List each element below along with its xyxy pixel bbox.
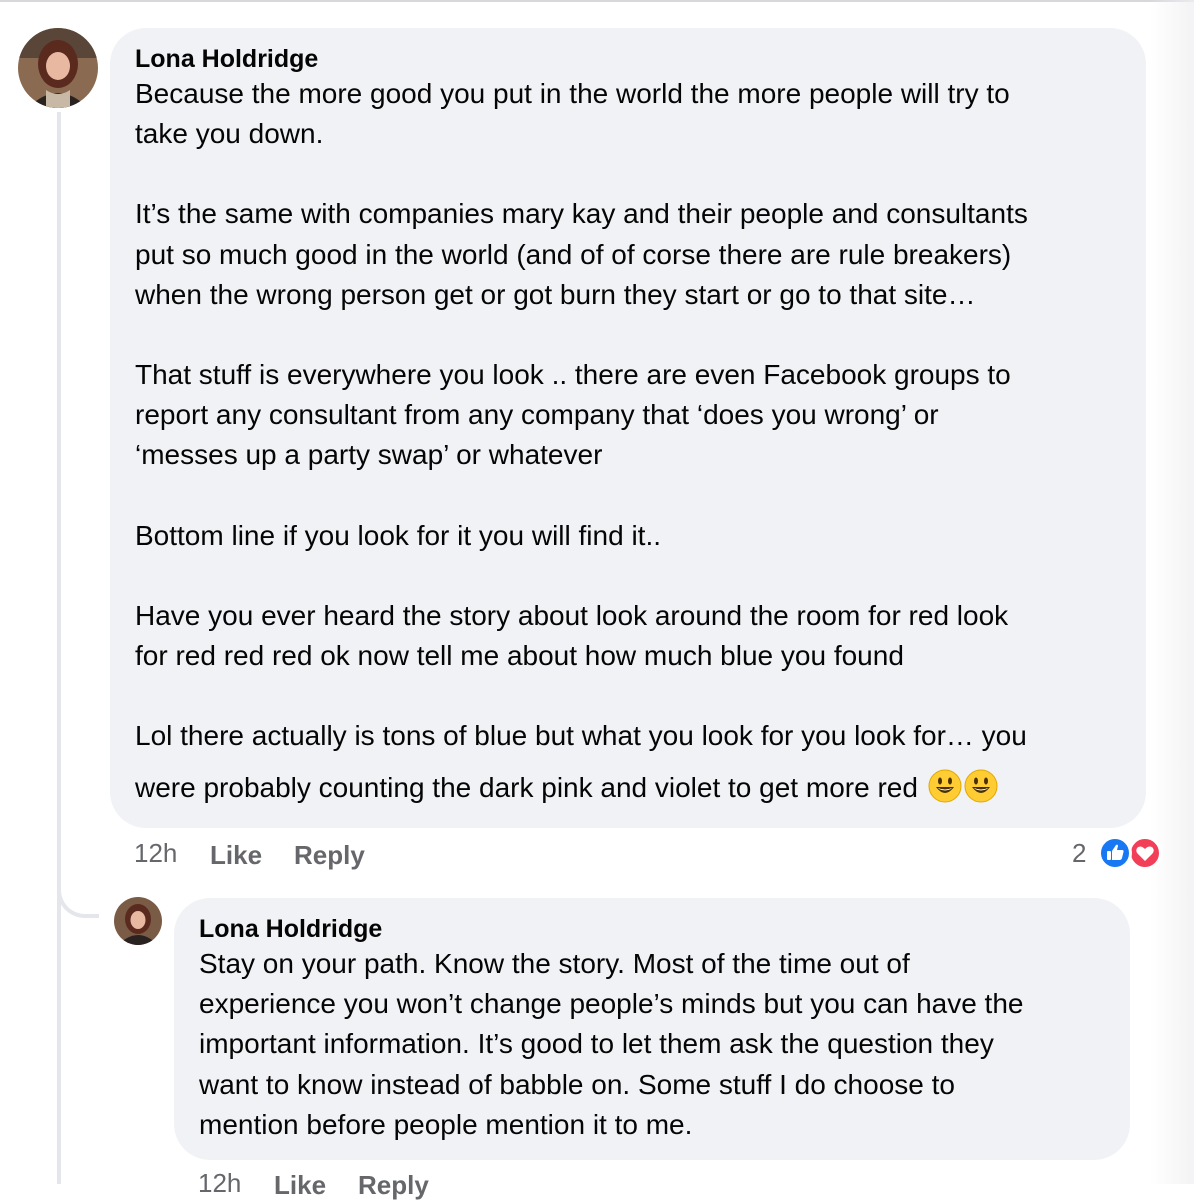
paragraph: That stuff is everywhere you look .. the…: [135, 355, 1121, 476]
reply-button[interactable]: Reply: [294, 840, 365, 870]
reply-bubble: Lona Holdridge Stay on your path. Know t…: [174, 898, 1130, 1160]
avatar[interactable]: [18, 28, 98, 108]
reactions-summary[interactable]: 2: [1072, 834, 1168, 870]
text-line: want to know instead of babble on. Some …: [199, 1068, 955, 1100]
text-line: experience you won’t change people’s min…: [199, 988, 1024, 1020]
text-line: Because the more good you put in the wor…: [135, 78, 1010, 109]
paragraph: Have you ever heard the story about look…: [135, 596, 1121, 676]
text-line: for red red red ok now tell me about how…: [135, 640, 904, 672]
text-line: Bottom line if you look for it you will …: [135, 519, 661, 551]
love-reaction-icon: [1128, 836, 1162, 870]
comment-timestamp[interactable]: 12h: [134, 838, 177, 868]
smiley-emoji-icon: [964, 768, 998, 803]
text-line: put so much good in the world (and of of…: [135, 238, 1012, 270]
text-line: It’s the same with companies mary kay an…: [135, 198, 1028, 230]
edge-shadow: [1150, 0, 1194, 1184]
text-line: take you down.: [135, 118, 324, 150]
paragraph: It’s the same with companies mary kay an…: [135, 194, 1121, 315]
comment-author[interactable]: Lona Holdridge: [135, 44, 1121, 74]
comment-actions: 12h Like Reply: [198, 1168, 498, 1200]
comment-text: Because the more good you put in the wor…: [135, 74, 1121, 814]
profile-photo: [114, 897, 162, 945]
paragraph: Bottom line if you look for it you will …: [135, 516, 1121, 556]
like-button[interactable]: Like: [274, 1170, 326, 1200]
text-line: That stuff is everywhere you look .. the…: [135, 359, 1011, 391]
paragraph: Stay on your path. Know the story. Most …: [199, 944, 1105, 1145]
paragraph: Lol there actually is tons of blue but w…: [135, 710, 1121, 814]
text-line: ‘messes up a party swap’ or whatever: [135, 439, 603, 471]
comment-author[interactable]: Lona Holdridge: [199, 914, 1105, 944]
text-line: Have you ever heard the story about look…: [135, 599, 1009, 631]
comment-timestamp[interactable]: 12h: [198, 1168, 241, 1198]
thread-branch: [57, 860, 99, 918]
text-line: Stay on your path. Know the story. Most …: [199, 948, 910, 979]
comment-actions: 12h Like Reply: [134, 838, 434, 870]
smiley-emoji-icon: [928, 768, 962, 803]
like-button[interactable]: Like: [210, 840, 262, 870]
text-line: report any consultant from any company t…: [135, 399, 939, 431]
avatar[interactable]: [114, 897, 162, 945]
text-line: were probably counting the dark pink and…: [135, 772, 918, 804]
text-line: when the wrong person get or got burn th…: [135, 278, 976, 310]
text-line: Lol there actually is tons of blue but w…: [135, 720, 1027, 752]
profile-photo: [18, 28, 98, 108]
comment-bubble: Lona Holdridge Because the more good you…: [110, 28, 1146, 828]
like-reaction-icon: [1098, 836, 1132, 870]
text-line: important information. It’s good to let …: [199, 1028, 994, 1060]
text-line: mention before people mention it to me.: [199, 1108, 693, 1140]
reaction-count: 2: [1072, 838, 1087, 868]
thread-line: [57, 112, 61, 1184]
paragraph: Because the more good you put in the wor…: [135, 74, 1121, 154]
comment-text: Stay on your path. Know the story. Most …: [199, 944, 1105, 1145]
top-divider: [0, 0, 1194, 2]
reply-button[interactable]: Reply: [358, 1170, 429, 1200]
